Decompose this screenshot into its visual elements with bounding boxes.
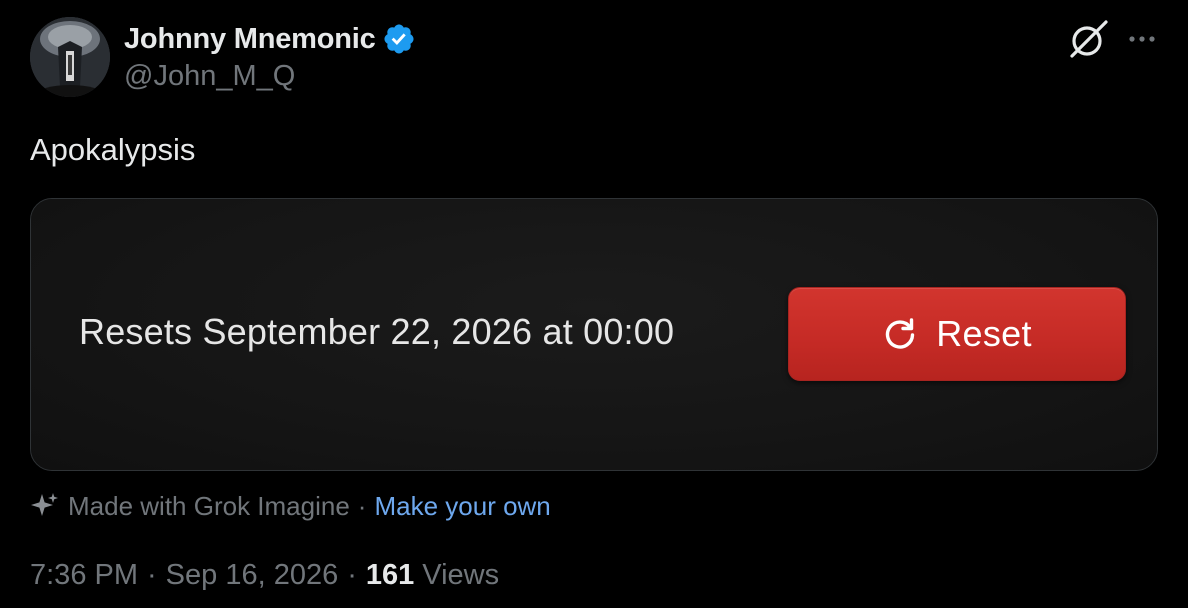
meta-separator: · bbox=[347, 558, 357, 591]
media-image: Resets September 22, 2026 at 00:00 Reset bbox=[31, 199, 1157, 470]
tweet-time[interactable]: 7:36 PM bbox=[30, 559, 138, 592]
views-count[interactable]: 161 bbox=[366, 559, 414, 592]
tweet-meta: 7:36 PM · Sep 16, 2026 · 161 Views bbox=[30, 556, 499, 594]
media-card[interactable]: Resets September 22, 2026 at 00:00 Reset bbox=[30, 198, 1158, 471]
views-label: Views bbox=[422, 558, 500, 591]
author-handle[interactable]: @John_M_Q bbox=[124, 60, 295, 93]
grok-icon bbox=[1070, 20, 1108, 58]
meta-separator: · bbox=[147, 558, 157, 591]
resets-date-text: Resets September 22, 2026 at 00:00 bbox=[79, 311, 675, 352]
verified-badge-icon[interactable] bbox=[382, 22, 416, 56]
tweet-text: Apokalypsis bbox=[30, 132, 196, 167]
refresh-icon bbox=[886, 318, 915, 349]
tweet-date[interactable]: Sep 16, 2026 bbox=[166, 559, 339, 592]
author-name-row: Johnny Mnemonic bbox=[124, 20, 416, 58]
avatar-photo-icon bbox=[30, 17, 110, 97]
tweet: Johnny Mnemonic @John_M_Q Apokalypsis Re… bbox=[0, 0, 1188, 608]
more-dots-icon bbox=[1129, 36, 1155, 42]
grok-attribution: Made with Grok Imagine · Make your own bbox=[30, 488, 551, 524]
avatar[interactable] bbox=[30, 17, 110, 97]
made-with-text: Made with Grok Imagine bbox=[68, 490, 350, 521]
author-display-name[interactable]: Johnny Mnemonic bbox=[124, 23, 376, 56]
more-options-button[interactable] bbox=[1124, 24, 1160, 54]
reset-button-label: Reset bbox=[936, 313, 1032, 354]
grok-button[interactable] bbox=[1066, 18, 1112, 62]
reset-button[interactable]: Reset bbox=[788, 287, 1126, 381]
attribution-separator: · bbox=[357, 490, 367, 521]
sparkle-icon bbox=[31, 493, 58, 516]
make-your-own-link[interactable]: Make your own bbox=[374, 491, 550, 522]
